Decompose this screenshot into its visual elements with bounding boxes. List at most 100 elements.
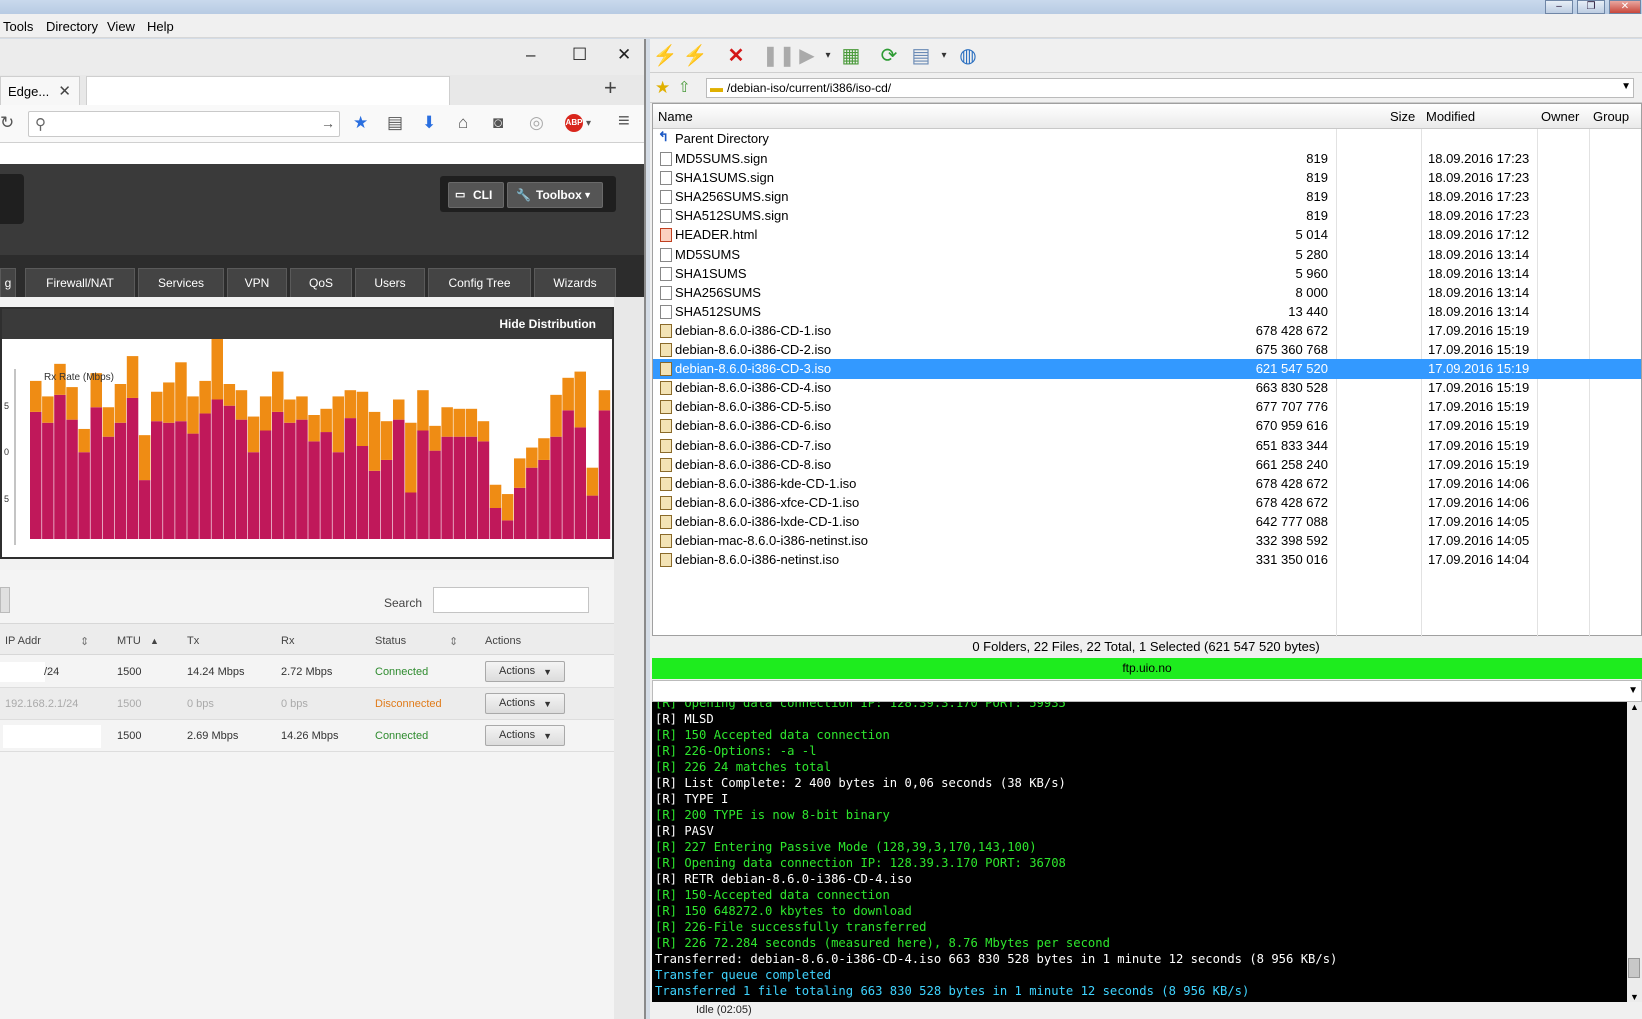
tab-vpn[interactable]: VPN	[227, 268, 287, 297]
col-size[interactable]: Size	[1390, 109, 1415, 124]
minimize-icon[interactable]: –	[526, 45, 535, 65]
pocket-icon[interactable]: ◙	[493, 113, 503, 133]
queue-icon[interactable]: ▦	[838, 44, 864, 68]
connect-icon[interactable]: ⚡	[652, 44, 678, 68]
chevron-down-icon[interactable]: ▼	[1628, 685, 1638, 696]
adblock-icon[interactable]: ABP	[565, 114, 583, 132]
new-tab-icon[interactable]: +	[604, 75, 617, 101]
browser-tab-blank[interactable]	[86, 76, 450, 106]
col-group[interactable]: Group	[1593, 109, 1629, 124]
parent-directory-row[interactable]: ↰ Parent Directory	[653, 129, 1641, 149]
file-row[interactable]: debian-8.6.0-i386-netinst.iso 331 350 016…	[653, 550, 1641, 570]
tab-g[interactable]: g	[0, 268, 16, 297]
scroll-down-icon[interactable]: ▼	[1630, 992, 1639, 1002]
go-arrow-icon[interactable]: →	[321, 115, 335, 131]
col-modified[interactable]: Modified	[1426, 109, 1475, 124]
file-row[interactable]: SHA1SUMS.sign 819 18.09.2016 17:23	[653, 168, 1641, 188]
toolbox-button[interactable]: 🔧 Toolbox ▼	[507, 182, 603, 208]
scroll-thumb[interactable]	[1628, 958, 1640, 978]
restore-icon[interactable]: ❐	[1577, 0, 1605, 14]
bar-top	[102, 407, 115, 437]
tab-wizards[interactable]: Wizards	[534, 268, 616, 297]
col-owner[interactable]: Owner	[1541, 109, 1579, 124]
abort-icon[interactable]: ✕	[723, 44, 749, 68]
col-ip-addr[interactable]: IP Addr	[5, 635, 41, 647]
chevron-down-icon[interactable]: ▾	[586, 118, 591, 129]
file-row[interactable]: debian-8.6.0-i386-CD-3.iso 621 547 520 17.…	[653, 359, 1641, 380]
close-icon[interactable]: ✕	[1609, 0, 1641, 14]
tab-users[interactable]: Users	[355, 268, 425, 297]
folder-up-icon[interactable]: ⇧	[678, 78, 691, 96]
sort-asc-icon[interactable]: ▲	[150, 636, 159, 646]
file-row[interactable]: debian-8.6.0-i386-xfce-CD-1.iso 678 428 6…	[653, 493, 1641, 513]
actions-button[interactable]: Actions ▼	[485, 693, 565, 714]
browser-tab[interactable]: Edge... ✕	[0, 76, 80, 106]
file-row[interactable]: debian-8.6.0-i386-lxde-CD-1.iso 642 777 0…	[653, 512, 1641, 532]
bookmark-star-icon[interactable]: ★	[353, 113, 368, 133]
file-row[interactable]: debian-8.6.0-i386-CD-8.iso 661 258 240 17.…	[653, 455, 1641, 475]
home-icon[interactable]: ⌂	[458, 113, 468, 133]
file-row[interactable]: SHA512SUMS 13 440 18.09.2016 13:14	[653, 302, 1641, 322]
file-row[interactable]: HEADER.html 5 014 18.09.2016 17:12	[653, 225, 1641, 245]
col-status[interactable]: Status	[375, 635, 406, 647]
bar-base	[380, 459, 393, 539]
extension-icon[interactable]: ◎	[529, 113, 544, 133]
favorite-star-icon[interactable]: ★	[655, 78, 670, 98]
file-row[interactable]: SHA1SUMS 5 960 18.09.2016 13:14	[653, 264, 1641, 284]
file-row[interactable]: debian-8.6.0-i386-CD-4.iso 663 830 528 17.…	[653, 378, 1641, 398]
file-row[interactable]: debian-8.6.0-i386-CD-1.iso 678 428 672 17.…	[653, 321, 1641, 341]
close-tab-icon[interactable]: ✕	[58, 82, 71, 100]
search-input[interactable]	[433, 587, 589, 613]
file-row[interactable]: MD5SUMS 5 280 18.09.2016 13:14	[653, 245, 1641, 265]
col-tx[interactable]: Tx	[187, 635, 199, 647]
globe-icon[interactable]: ◍	[955, 44, 981, 68]
col-mtu[interactable]: MTU	[117, 635, 141, 647]
disconnect-icon[interactable]: ⚡	[682, 44, 708, 68]
menu-help[interactable]: Help	[147, 19, 174, 34]
menu-directory[interactable]: Directory	[46, 19, 98, 34]
tab-firewall-nat[interactable]: Firewall/NAT	[25, 268, 135, 297]
file-row[interactable]: debian-8.6.0-i386-CD-6.iso 670 959 616 17.…	[653, 416, 1641, 436]
log-selector[interactable]: ▼	[652, 680, 1642, 702]
col-rx[interactable]: Rx	[281, 635, 294, 647]
hamburger-menu-icon[interactable]: ≡	[618, 110, 630, 133]
tab-config-tree[interactable]: Config Tree	[428, 268, 531, 297]
actions-button[interactable]: Actions ▼	[485, 661, 565, 682]
tab-services[interactable]: Services	[138, 268, 224, 297]
file-row[interactable]: debian-8.6.0-i386-kde-CD-1.iso 678 428 67…	[653, 474, 1641, 494]
tab-qos[interactable]: QoS	[290, 268, 352, 297]
bar-top	[489, 484, 502, 508]
menu-view[interactable]: View	[107, 19, 135, 34]
actions-button[interactable]: Actions ▼	[485, 725, 565, 746]
sort-icon[interactable]: ⇕	[80, 635, 89, 648]
chevron-down-icon[interactable]: ▾	[931, 44, 957, 68]
close-icon[interactable]: ✕	[617, 45, 631, 65]
download-icon[interactable]: ⬇	[422, 113, 436, 133]
minimize-icon[interactable]: –	[1545, 0, 1573, 14]
file-modified: 18.09.2016 17:23	[1428, 151, 1530, 166]
left-button[interactable]	[0, 587, 10, 613]
refresh-icon[interactable]: ⟳	[876, 44, 902, 68]
reload-icon[interactable]: ↻	[0, 113, 14, 133]
chevron-down-icon[interactable]: ▼	[1621, 81, 1631, 92]
sort-icon[interactable]: ⇕	[449, 635, 458, 648]
file-row[interactable]: debian-mac-8.6.0-i386-netinst.iso 332 398…	[653, 531, 1641, 551]
cli-button[interactable]: ▭ CLI	[448, 182, 504, 208]
reading-list-icon[interactable]: ▤	[387, 113, 403, 133]
file-row[interactable]: debian-8.6.0-i386-CD-7.iso 651 833 344 17.…	[653, 436, 1641, 456]
log-scrollbar[interactable]: ▲ ▼	[1627, 702, 1642, 1002]
col-name[interactable]: Name	[658, 109, 693, 124]
file-row[interactable]: debian-8.6.0-i386-CD-5.iso 677 707 776 17.…	[653, 397, 1641, 417]
maximize-icon[interactable]: ☐	[572, 45, 587, 65]
scroll-up-icon[interactable]: ▲	[1630, 702, 1639, 712]
file-row[interactable]: SHA256SUMS.sign 819 18.09.2016 17:23	[653, 187, 1641, 207]
file-row[interactable]: MD5SUMS.sign 819 18.09.2016 17:23	[653, 149, 1641, 169]
path-input[interactable]: ▬ /debian-iso/current/i386/iso-cd/ ▼	[706, 78, 1634, 98]
file-row[interactable]: SHA512SUMS.sign 819 18.09.2016 17:23	[653, 206, 1641, 226]
pause-icon[interactable]: ❚❚	[762, 44, 796, 68]
file-row[interactable]: SHA256SUMS 8 000 18.09.2016 13:14	[653, 283, 1641, 303]
menu-tools[interactable]: Tools	[3, 19, 33, 34]
file-row[interactable]: debian-8.6.0-i386-CD-2.iso 675 360 768 17.…	[653, 340, 1641, 360]
url-input[interactable]: ⚲ →	[28, 111, 340, 137]
hide-distribution-button[interactable]: Hide Distribution	[499, 317, 596, 331]
